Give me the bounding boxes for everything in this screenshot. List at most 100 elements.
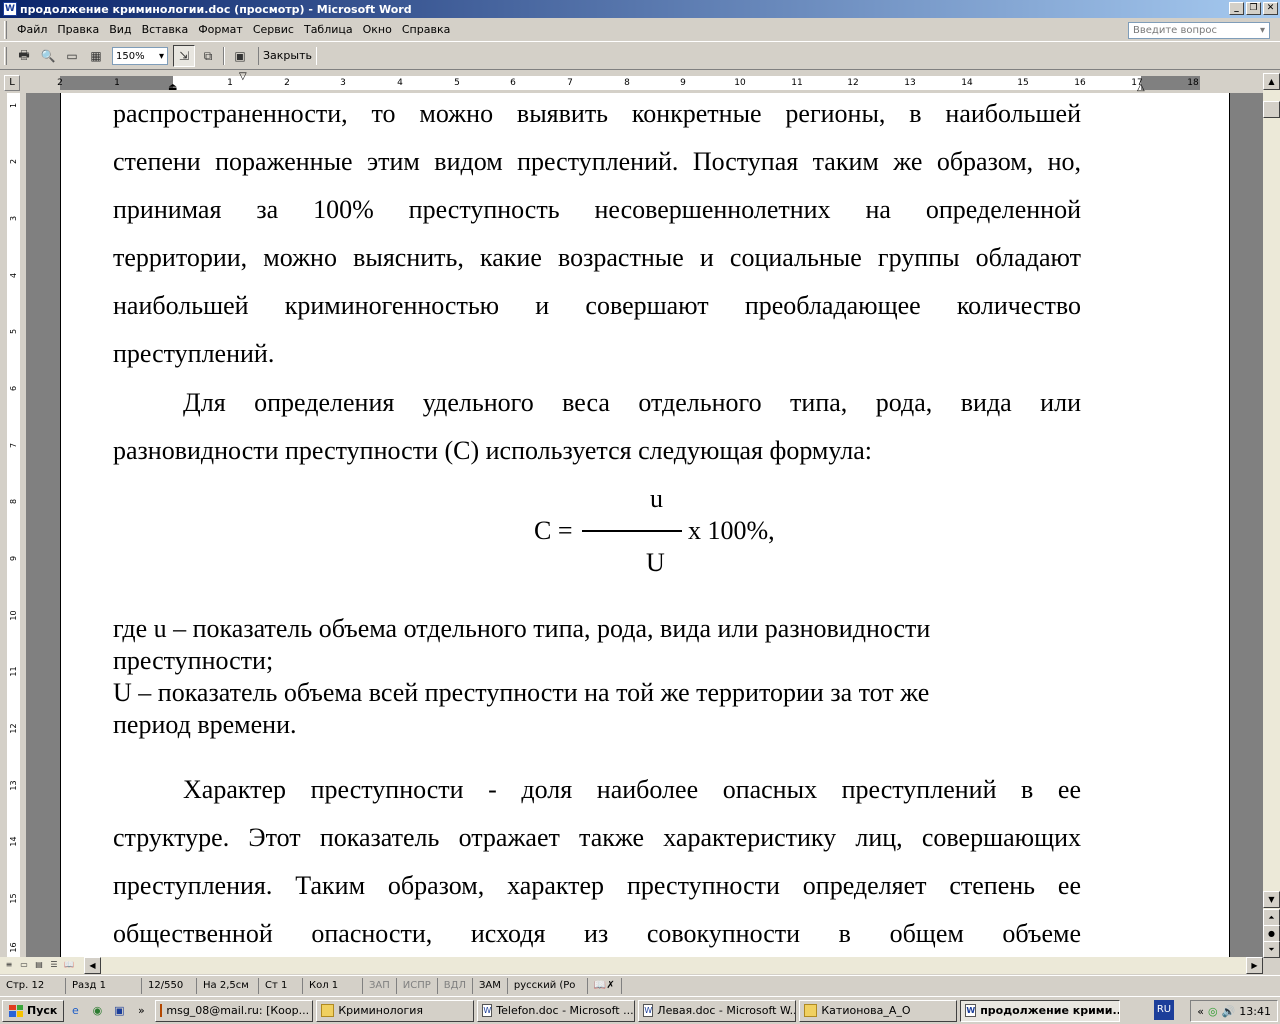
vertical-scrollbar[interactable]: ▲ ▼ ⏶ ● ⏷ [1263,73,1280,958]
language-indicator[interactable]: RU [1154,1000,1174,1020]
outline-view-icon[interactable]: ☰ [47,958,61,972]
task-levaya-doc[interactable]: W Левая.doc - Microsoft W... [638,999,797,1022]
ruler-tick: 9 [9,555,18,562]
close-preview-button[interactable]: Закрыть [258,47,317,65]
text-line: распространенности, то можно выявить кон… [113,99,1081,128]
magnifier-icon[interactable]: 🔍 [37,45,59,67]
menu-help[interactable]: Справка [397,23,455,36]
spelling-status-icon[interactable]: 📖✗ [588,977,622,994]
task-label: Катионова_А_О [821,1004,911,1017]
task-mail[interactable]: msg_08@mail.ru: [Коор... [155,999,314,1022]
multiple-pages-icon[interactable]: ▦ [85,45,107,67]
normal-view-icon[interactable]: ≡ [2,958,16,972]
browse-object-button[interactable]: ● [1263,925,1280,942]
ruler-tick: 13 [9,780,18,791]
firefox-icon [160,1004,163,1017]
task-folder-kationova[interactable]: Катионова_А_О [799,999,958,1022]
ruler-tick: 2 [284,78,290,88]
text-line: где u – показатель объема отдельного тип… [113,614,931,643]
ask-question-input[interactable]: Введите вопрос ▾ [1128,22,1270,39]
start-button[interactable]: Пуск [2,999,65,1022]
status-ext[interactable]: ВДЛ [438,977,473,994]
clock[interactable]: 13:41 [1239,1005,1271,1018]
task-folder-criminology[interactable]: Криминология [316,999,475,1022]
word-app-icon[interactable]: W [3,2,17,16]
web-layout-icon[interactable]: ▭ [17,958,31,972]
start-label: Пуск [27,1004,58,1017]
status-language: русский (Ро [508,977,588,994]
previous-page-button[interactable]: ⏶ [1263,909,1280,926]
task-current-doc[interactable]: W продолжение крими... [960,999,1121,1022]
status-line: Ст 1 [259,977,303,994]
text-line: степени пораженные этим видом преступлен… [113,147,1081,176]
status-rec[interactable]: ЗАП [363,977,397,994]
save-disk-icon[interactable]: ▣ [110,1002,128,1020]
one-page-icon[interactable]: ▭ [61,45,83,67]
restore-button[interactable]: ❐ [1246,2,1261,15]
first-line-indent-marker[interactable]: ▽ [239,71,247,82]
word-doc-icon: W [643,1004,654,1017]
ruler-tick: 6 [9,385,18,392]
ruler-text-area [173,76,1141,90]
scroll-thumb[interactable] [1263,101,1280,118]
menu-tools[interactable]: Сервис [248,23,299,36]
ruler-tick: 3 [9,215,18,222]
text-line: структуре. Этот показатель отражает такж… [113,823,1081,852]
print-layout-icon[interactable]: ▤ [32,958,46,972]
ruler-tick: 6 [510,78,516,88]
formula-numerator: u [650,484,663,513]
chevron-right-icon[interactable]: » [132,1002,150,1020]
menu-file[interactable]: Файл [12,23,52,36]
tab-selector[interactable]: L [4,75,20,91]
ruler-tick: 16 [9,942,18,953]
minimize-button[interactable]: _ [1229,2,1244,15]
scroll-left-button[interactable]: ◀ [84,957,101,974]
next-page-button[interactable]: ⏷ [1263,941,1280,958]
speaker-icon[interactable]: 🔊 [1222,1005,1236,1018]
ruler-tick: 7 [9,442,18,449]
shrink-to-fit-icon[interactable]: ⧉ [197,45,219,67]
task-label: Telefon.doc - Microsoft ... [496,1004,634,1017]
network-icon[interactable]: ◎ [1208,1005,1218,1018]
reading-layout-icon[interactable]: 📖 [62,958,76,972]
chevron-down-icon[interactable]: ▾ [1260,25,1265,36]
internet-explorer-icon[interactable]: e [66,1002,84,1020]
ruler-tick: 9 [680,78,686,88]
ruler-tick: 14 [9,836,18,847]
vertical-ruler[interactable]: 1 2 3 4 5 6 7 8 9 10 11 12 13 14 15 16 [0,93,26,957]
scroll-up-button[interactable]: ▲ [1263,73,1280,90]
zoom-value: 150% [116,50,145,62]
text-line: территории, можно выяснить, какие возрас… [113,243,1081,272]
ruler-tick: 11 [9,666,18,677]
menu-insert[interactable]: Вставка [137,23,194,36]
print-icon[interactable]: 🖶 [13,45,35,67]
ruler-tick: 15 [9,893,18,904]
task-telefon-doc[interactable]: W Telefon.doc - Microsoft ... [477,999,636,1022]
menu-format[interactable]: Формат [193,23,248,36]
scroll-down-button[interactable]: ▼ [1263,891,1280,908]
menu-edit[interactable]: Правка [52,23,104,36]
toolbar-grip[interactable] [4,47,7,65]
browser-icon[interactable]: ◉ [88,1002,106,1020]
ruler-tick: 1 [227,78,233,88]
view-ruler-icon[interactable]: ⇲ [173,45,195,67]
text-line: разновидности преступности (С) используе… [113,436,872,465]
menu-window[interactable]: Окно [358,23,397,36]
status-pages: 12/550 [142,977,197,994]
menu-view[interactable]: Вид [104,23,136,36]
chevron-left-icon[interactable]: « [1197,1005,1204,1018]
menu-table[interactable]: Таблица [299,23,358,36]
status-ovr[interactable]: ЗАМ [473,977,508,994]
task-label: Криминология [338,1004,423,1017]
full-screen-icon[interactable]: ▣ [229,45,251,67]
scroll-right-button[interactable]: ▶ [1246,957,1263,974]
menu-grip[interactable] [4,20,7,39]
task-label: msg_08@mail.ru: [Коор... [166,1004,310,1017]
status-trk[interactable]: ИСПР [397,977,438,994]
close-window-button[interactable]: ✕ [1263,2,1278,15]
right-indent-marker[interactable]: △ [1137,82,1145,93]
horizontal-scrollbar[interactable]: ≡ ▭ ▤ ☰ 📖 ◀ ▶ [0,957,1263,974]
ruler-tick: 18 [1187,78,1199,88]
ruler-tick: 12 [847,78,859,88]
zoom-select[interactable]: 150% ▾ [112,47,168,65]
